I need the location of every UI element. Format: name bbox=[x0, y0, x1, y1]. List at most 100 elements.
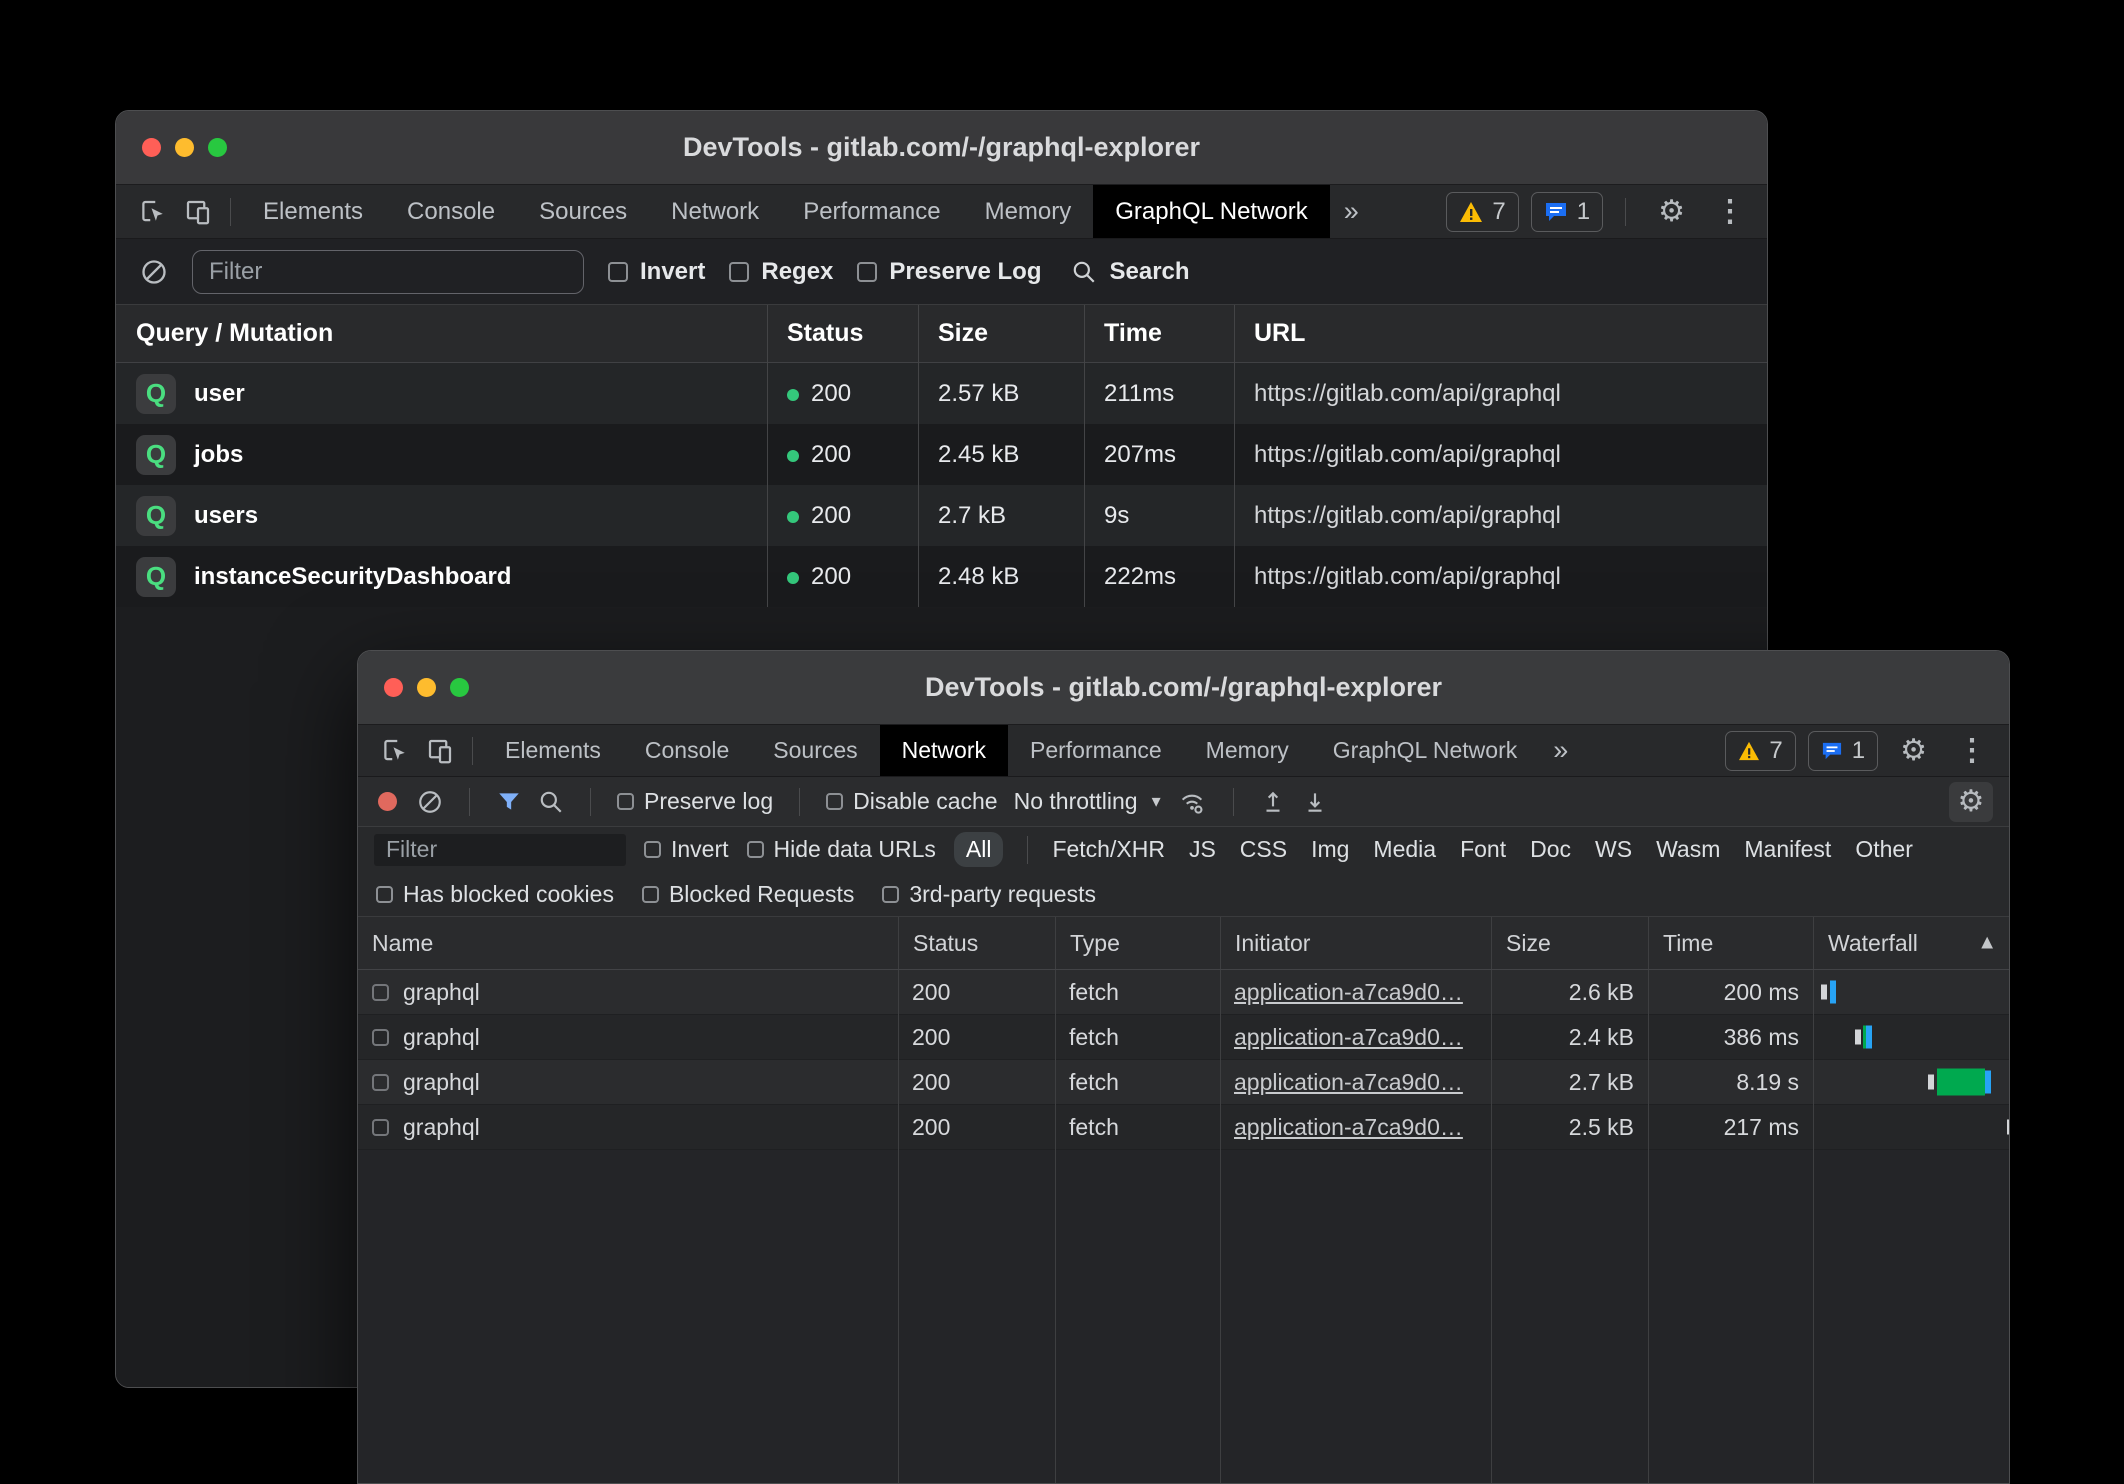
settings-gear-icon[interactable]: ⚙ bbox=[1648, 197, 1695, 227]
table-row[interactable]: Qjobs 200 2.45 kB 207ms https://gitlab.c… bbox=[116, 424, 1767, 485]
chip-font[interactable]: Font bbox=[1460, 836, 1506, 863]
col-query-mutation[interactable]: Query / Mutation bbox=[116, 319, 767, 348]
invert-checkbox[interactable]: Invert bbox=[644, 836, 729, 863]
has-blocked-cookies-checkbox[interactable]: Has blocked cookies bbox=[376, 881, 614, 908]
chip-all[interactable]: All bbox=[954, 832, 1004, 867]
col-time[interactable]: Time bbox=[1084, 319, 1234, 348]
table-row[interactable]: Quser 200 2.57 kB 211ms https://gitlab.c… bbox=[116, 363, 1767, 424]
minimize-window-button[interactable] bbox=[175, 138, 194, 157]
table-row[interactable]: graphql 200 fetch application-a7ca9d0… 2… bbox=[358, 1015, 2009, 1060]
tab-graphql-network[interactable]: GraphQL Network bbox=[1311, 725, 1540, 776]
network-settings-button[interactable]: ⚙ bbox=[1949, 782, 1993, 822]
checkbox[interactable] bbox=[608, 262, 628, 282]
device-toolbar-icon[interactable] bbox=[418, 731, 462, 771]
chip-img[interactable]: Img bbox=[1311, 836, 1349, 863]
checkbox[interactable] bbox=[644, 841, 661, 858]
device-toolbar-icon[interactable] bbox=[176, 192, 220, 232]
chip-ws[interactable]: WS bbox=[1595, 836, 1632, 863]
kebab-menu-icon[interactable]: ⋮ bbox=[1707, 194, 1753, 229]
more-tabs-button[interactable]: » bbox=[1330, 196, 1373, 227]
settings-gear-icon[interactable]: ⚙ bbox=[1890, 736, 1937, 766]
tab-memory[interactable]: Memory bbox=[1184, 725, 1311, 776]
waterfall-cell[interactable] bbox=[1813, 1060, 2009, 1104]
row-checkbox[interactable] bbox=[372, 1029, 389, 1046]
titlebar[interactable]: DevTools - gitlab.com/-/graphql-explorer bbox=[358, 651, 2009, 725]
kebab-menu-icon[interactable]: ⋮ bbox=[1949, 733, 1995, 768]
row-checkbox[interactable] bbox=[372, 1119, 389, 1136]
checkbox[interactable] bbox=[857, 262, 877, 282]
filter-input[interactable] bbox=[374, 834, 626, 866]
table-row[interactable]: graphql 200 fetch application-a7ca9d0… 2… bbox=[358, 970, 2009, 1015]
tab-network[interactable]: Network bbox=[880, 725, 1008, 776]
tab-console[interactable]: Console bbox=[623, 725, 751, 776]
col-time[interactable]: Time bbox=[1648, 917, 1813, 969]
checkbox[interactable] bbox=[747, 841, 764, 858]
row-checkbox[interactable] bbox=[372, 984, 389, 1001]
initiator-link[interactable]: application-a7ca9d0… bbox=[1234, 1114, 1463, 1140]
tab-performance[interactable]: Performance bbox=[781, 185, 962, 238]
waterfall-cell[interactable] bbox=[1813, 1105, 2009, 1149]
table-row[interactable]: Qusers 200 2.7 kB 9s https://gitlab.com/… bbox=[116, 485, 1767, 546]
inspect-element-icon[interactable] bbox=[132, 192, 176, 232]
issues-badge[interactable]: 1 bbox=[1808, 731, 1878, 771]
chip-css[interactable]: CSS bbox=[1240, 836, 1287, 863]
filter-input[interactable] bbox=[192, 250, 584, 294]
export-har-icon[interactable] bbox=[1302, 789, 1328, 815]
chip-other[interactable]: Other bbox=[1855, 836, 1913, 863]
titlebar[interactable]: DevTools - gitlab.com/-/graphql-explorer bbox=[116, 111, 1767, 185]
disable-cache-checkbox[interactable]: Disable cache bbox=[826, 788, 997, 815]
initiator-link[interactable]: application-a7ca9d0… bbox=[1234, 1024, 1463, 1050]
network-table-header[interactable]: Name Status Type Initiator Size Time Wat… bbox=[358, 917, 2009, 970]
col-type[interactable]: Type bbox=[1055, 917, 1220, 969]
throttling-select[interactable]: No throttling ▾ bbox=[1014, 788, 1161, 815]
record-button[interactable] bbox=[378, 792, 397, 811]
tab-performance[interactable]: Performance bbox=[1008, 725, 1184, 776]
col-status[interactable]: Status bbox=[767, 319, 918, 348]
chip-wasm[interactable]: Wasm bbox=[1656, 836, 1720, 863]
clear-icon[interactable] bbox=[417, 789, 443, 815]
chip-fetch-xhr[interactable]: Fetch/XHR bbox=[1052, 836, 1164, 863]
tab-graphql-network[interactable]: GraphQL Network bbox=[1093, 185, 1330, 238]
chip-manifest[interactable]: Manifest bbox=[1744, 836, 1831, 863]
checkbox[interactable] bbox=[882, 886, 899, 903]
issues-badge[interactable]: 1 bbox=[1531, 192, 1603, 232]
clear-icon[interactable] bbox=[140, 258, 168, 286]
col-url[interactable]: URL bbox=[1234, 319, 1767, 348]
third-party-requests-checkbox[interactable]: 3rd-party requests bbox=[882, 881, 1096, 908]
hide-data-urls-checkbox[interactable]: Hide data URLs bbox=[747, 836, 936, 863]
col-size[interactable]: Size bbox=[1491, 917, 1648, 969]
table-row[interactable]: graphql 200 fetch application-a7ca9d0… 2… bbox=[358, 1060, 2009, 1105]
search-icon[interactable] bbox=[538, 789, 564, 815]
zoom-window-button[interactable] bbox=[208, 138, 227, 157]
chip-js[interactable]: JS bbox=[1189, 836, 1216, 863]
network-conditions-icon[interactable] bbox=[1177, 788, 1207, 816]
row-checkbox[interactable] bbox=[372, 1074, 389, 1091]
search-button[interactable]: Search bbox=[1071, 258, 1189, 286]
warnings-badge[interactable]: 7 bbox=[1446, 192, 1518, 232]
close-window-button[interactable] bbox=[142, 138, 161, 157]
tab-memory[interactable]: Memory bbox=[963, 185, 1094, 238]
regex-checkbox[interactable]: Regex bbox=[729, 258, 833, 286]
tab-sources[interactable]: Sources bbox=[517, 185, 649, 238]
warnings-badge[interactable]: 7 bbox=[1725, 731, 1795, 771]
tab-elements[interactable]: Elements bbox=[241, 185, 385, 238]
chip-media[interactable]: Media bbox=[1373, 836, 1436, 863]
import-har-icon[interactable] bbox=[1260, 789, 1286, 815]
tab-console[interactable]: Console bbox=[385, 185, 517, 238]
table-row[interactable]: QinstanceSecurityDashboard 200 2.48 kB 2… bbox=[116, 546, 1767, 607]
checkbox[interactable] bbox=[376, 886, 393, 903]
initiator-link[interactable]: application-a7ca9d0… bbox=[1234, 1069, 1463, 1095]
col-name[interactable]: Name bbox=[358, 930, 898, 957]
initiator-link[interactable]: application-a7ca9d0… bbox=[1234, 979, 1463, 1005]
more-tabs-button[interactable]: » bbox=[1539, 735, 1582, 766]
table-row[interactable]: graphql 200 fetch application-a7ca9d0… 2… bbox=[358, 1105, 2009, 1150]
preserve-log-checkbox[interactable]: Preserve log bbox=[617, 788, 773, 815]
checkbox[interactable] bbox=[826, 793, 843, 810]
tab-sources[interactable]: Sources bbox=[751, 725, 879, 776]
inspect-element-icon[interactable] bbox=[374, 731, 418, 771]
minimize-window-button[interactable] bbox=[417, 678, 436, 697]
tab-network[interactable]: Network bbox=[649, 185, 781, 238]
col-initiator[interactable]: Initiator bbox=[1220, 917, 1491, 969]
tab-elements[interactable]: Elements bbox=[483, 725, 623, 776]
close-window-button[interactable] bbox=[384, 678, 403, 697]
